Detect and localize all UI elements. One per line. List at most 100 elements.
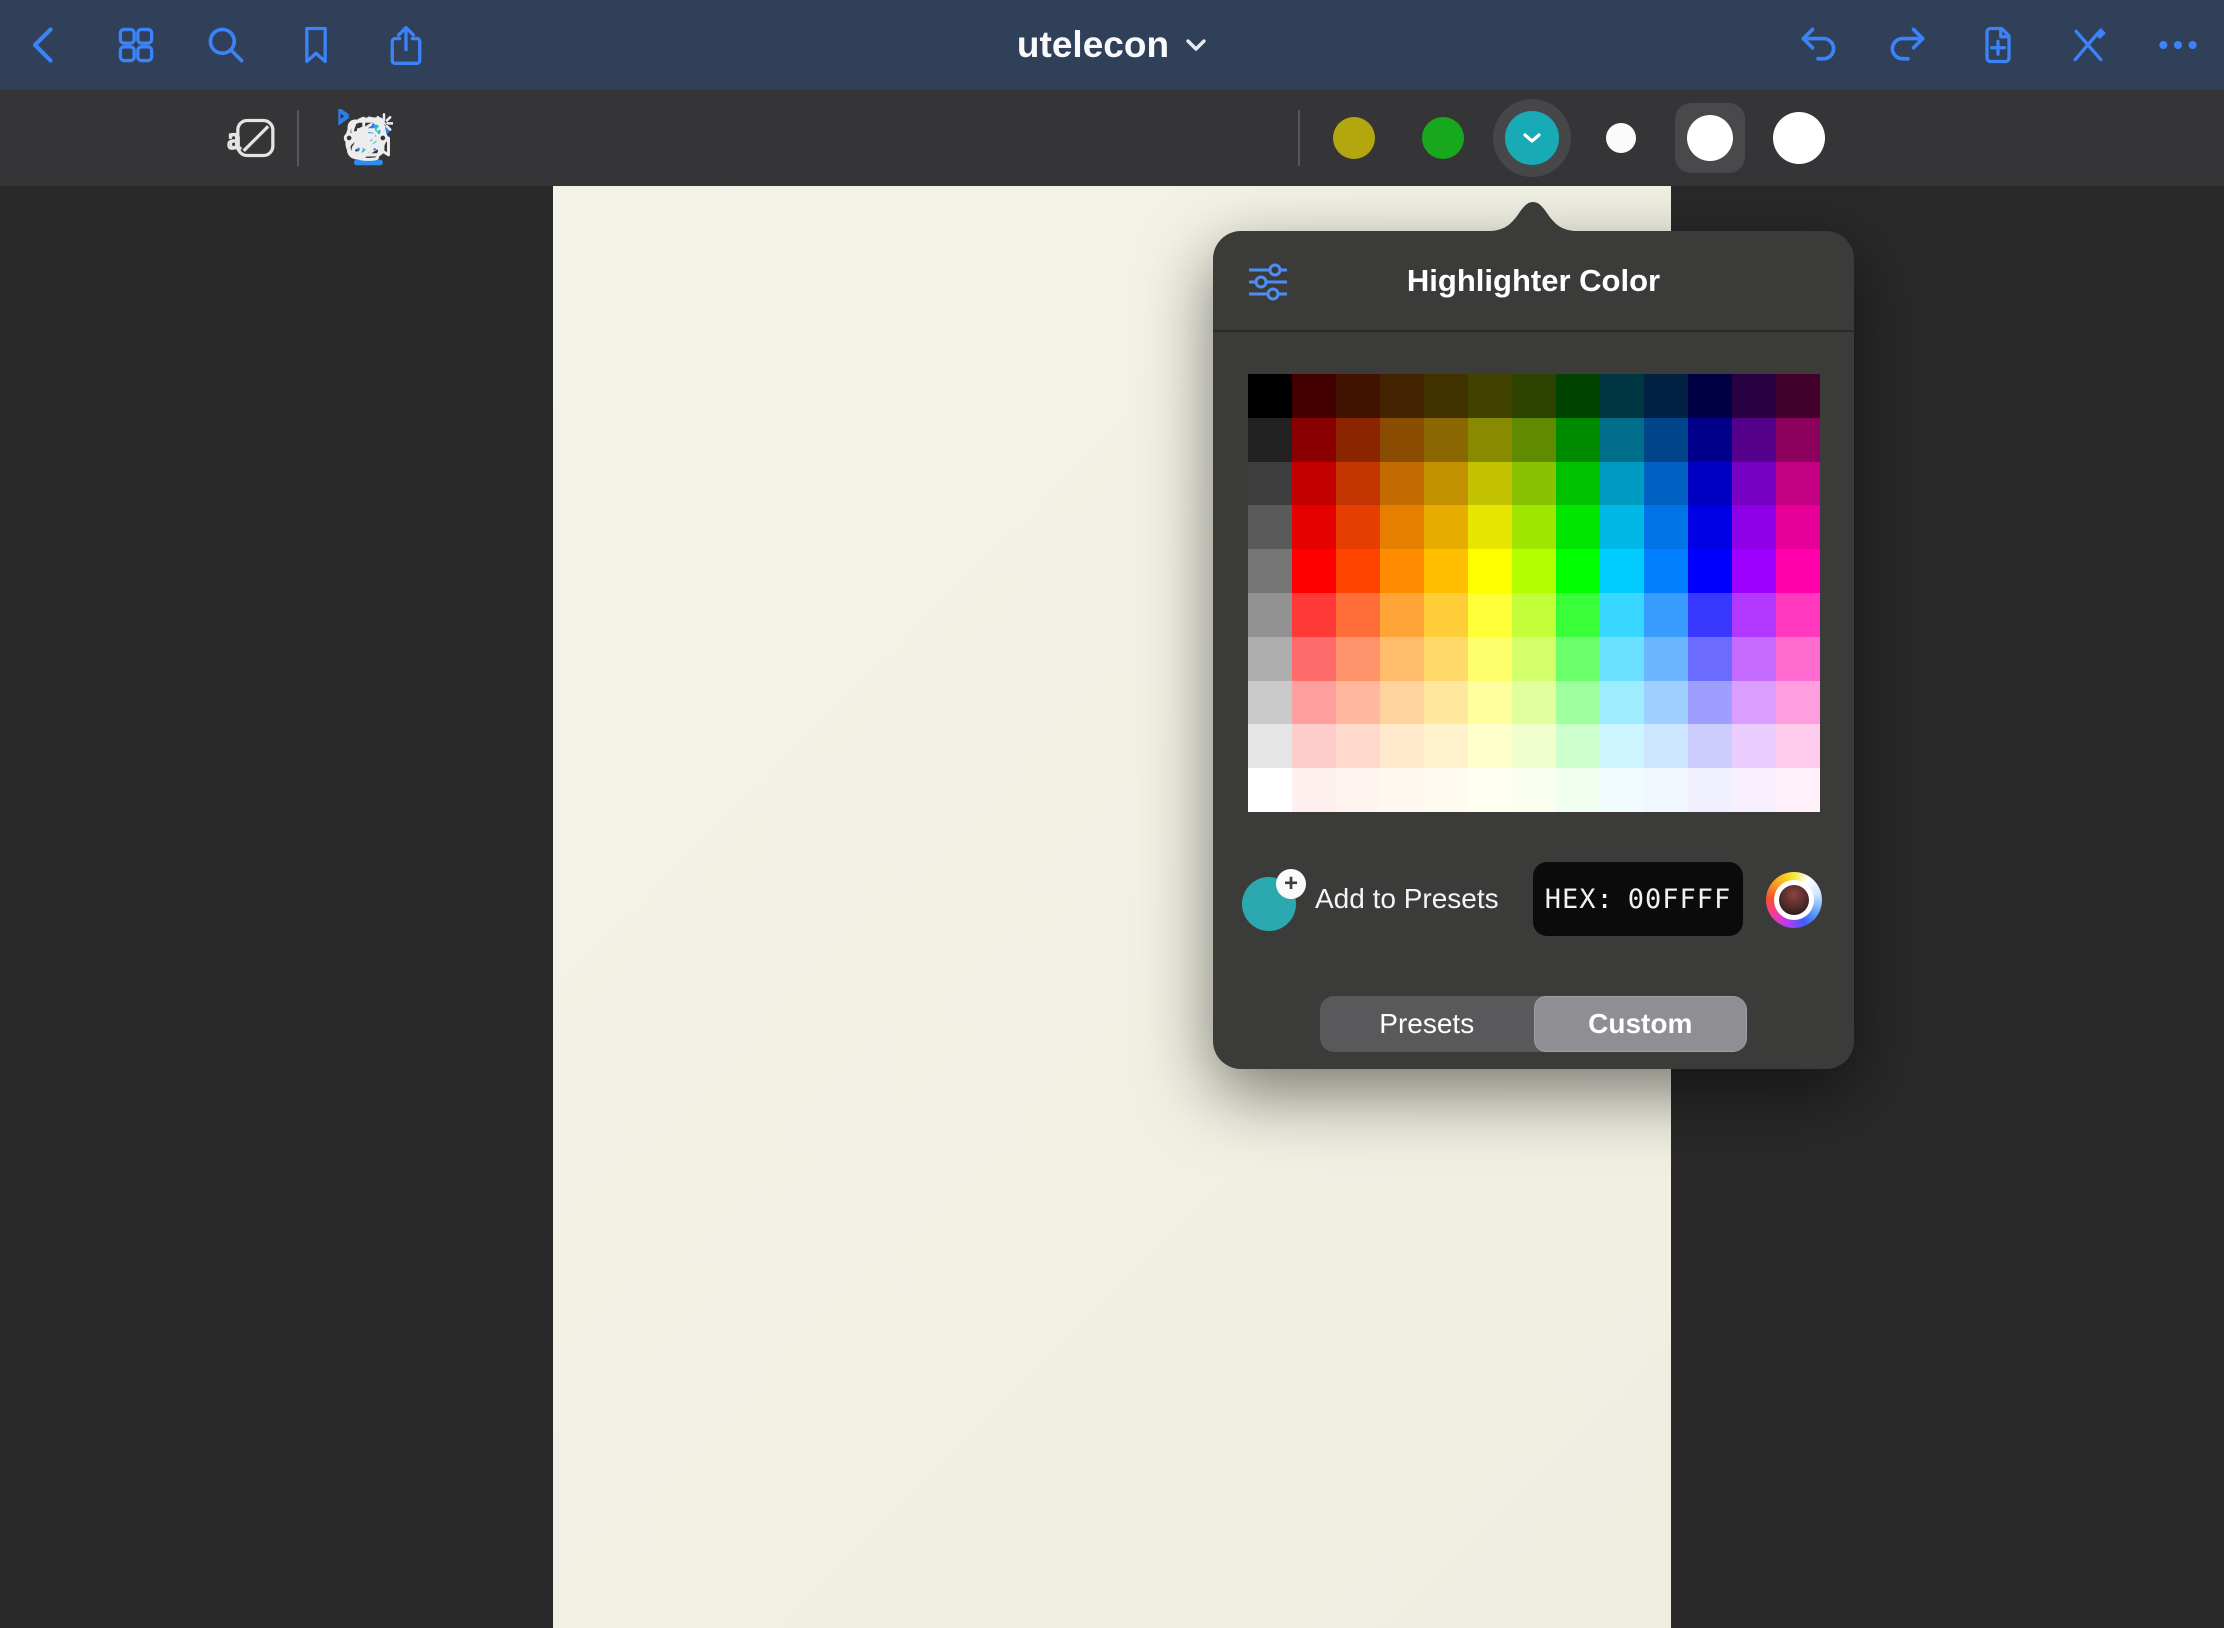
palette-cell[interactable] <box>1732 462 1776 506</box>
palette-cell[interactable] <box>1556 768 1600 812</box>
palette-cell[interactable] <box>1556 681 1600 725</box>
palette-cell[interactable] <box>1644 505 1688 549</box>
palette-cell[interactable] <box>1292 637 1336 681</box>
document-title[interactable]: utelecon <box>1017 24 1169 66</box>
palette-cell[interactable] <box>1644 374 1688 418</box>
palette-cell[interactable] <box>1512 681 1556 725</box>
palette-cell[interactable] <box>1248 374 1292 418</box>
palette-cell[interactable] <box>1732 374 1776 418</box>
palette-cell[interactable] <box>1688 724 1732 768</box>
palette-cell[interactable] <box>1556 374 1600 418</box>
palette-cell[interactable] <box>1512 462 1556 506</box>
palette-cell[interactable] <box>1248 593 1292 637</box>
palette-cell[interactable] <box>1336 549 1380 593</box>
add-page-button[interactable] <box>1976 21 2020 69</box>
palette-cell[interactable] <box>1292 505 1336 549</box>
bookmark-button[interactable] <box>294 21 338 69</box>
redo-button[interactable] <box>1886 21 1930 69</box>
palette-cell[interactable] <box>1336 374 1380 418</box>
palette-cell[interactable] <box>1512 637 1556 681</box>
palette-cell[interactable] <box>1248 681 1292 725</box>
palette-cell[interactable] <box>1380 418 1424 462</box>
palette-cell[interactable] <box>1424 462 1468 506</box>
palette-cell[interactable] <box>1292 462 1336 506</box>
palette-cell[interactable] <box>1776 462 1820 506</box>
palette-cell[interactable] <box>1468 768 1512 812</box>
color-wheel-button[interactable] <box>1766 872 1822 928</box>
palette-cell[interactable] <box>1380 637 1424 681</box>
palette-cell[interactable] <box>1292 418 1336 462</box>
palette-cell[interactable] <box>1688 505 1732 549</box>
palette-cell[interactable] <box>1336 768 1380 812</box>
palette-cell[interactable] <box>1424 549 1468 593</box>
tab-custom[interactable]: Custom <box>1534 996 1748 1052</box>
palette-cell[interactable] <box>1776 637 1820 681</box>
palette-cell[interactable] <box>1380 374 1424 418</box>
chevron-down-icon[interactable] <box>1185 38 1207 52</box>
palette-cell[interactable] <box>1644 549 1688 593</box>
palette-cell[interactable] <box>1424 768 1468 812</box>
palette-cell[interactable] <box>1512 418 1556 462</box>
palette-cell[interactable] <box>1292 768 1336 812</box>
palette-cell[interactable] <box>1248 637 1292 681</box>
palette-cell[interactable] <box>1600 505 1644 549</box>
palette-cell[interactable] <box>1468 724 1512 768</box>
palette-cell[interactable] <box>1732 593 1776 637</box>
tool-pan-mode[interactable]: a <box>198 90 308 186</box>
palette-cell[interactable] <box>1468 418 1512 462</box>
palette-cell[interactable] <box>1424 374 1468 418</box>
palette-cell[interactable] <box>1248 418 1292 462</box>
palette-cell[interactable] <box>1424 724 1468 768</box>
palette-cell[interactable] <box>1776 505 1820 549</box>
palette-cell[interactable] <box>1688 374 1732 418</box>
palette-cell[interactable] <box>1600 549 1644 593</box>
palette-cell[interactable] <box>1336 505 1380 549</box>
palette-cell[interactable] <box>1600 418 1644 462</box>
palette-cell[interactable] <box>1380 681 1424 725</box>
palette-cell[interactable] <box>1556 418 1600 462</box>
more-button[interactable] <box>2156 21 2200 69</box>
palette-cell[interactable] <box>1600 724 1644 768</box>
palette-cell[interactable] <box>1248 549 1292 593</box>
search-button[interactable] <box>204 21 248 69</box>
palette-cell[interactable] <box>1468 637 1512 681</box>
palette-cell[interactable] <box>1688 637 1732 681</box>
palette-cell[interactable] <box>1336 637 1380 681</box>
palette-cell[interactable] <box>1732 681 1776 725</box>
palette-cell[interactable] <box>1688 768 1732 812</box>
palette-cell[interactable] <box>1468 681 1512 725</box>
palette-cell[interactable] <box>1644 768 1688 812</box>
palette-cell[interactable] <box>1776 768 1820 812</box>
palette-cell[interactable] <box>1424 505 1468 549</box>
palette-cell[interactable] <box>1776 593 1820 637</box>
tool-laser-pointer[interactable] <box>311 90 421 186</box>
thickness-small[interactable] <box>1576 90 1665 186</box>
tab-presets[interactable]: Presets <box>1320 996 1534 1052</box>
palette-cell[interactable] <box>1512 505 1556 549</box>
thickness-large[interactable] <box>1754 90 1843 186</box>
palette-cell[interactable] <box>1468 462 1512 506</box>
canvas-area[interactable] <box>0 186 2224 1628</box>
color-swatch-green[interactable] <box>1398 90 1487 186</box>
pen-options-button[interactable] <box>1245 259 1291 305</box>
palette-cell[interactable] <box>1424 593 1468 637</box>
palette-cell[interactable] <box>1688 593 1732 637</box>
palette-cell[interactable] <box>1732 505 1776 549</box>
palette-cell[interactable] <box>1336 593 1380 637</box>
palette-cell[interactable] <box>1336 724 1380 768</box>
share-button[interactable] <box>384 21 428 69</box>
palette-cell[interactable] <box>1776 681 1820 725</box>
palette-cell[interactable] <box>1512 549 1556 593</box>
palette-cell[interactable] <box>1556 593 1600 637</box>
palette-cell[interactable] <box>1556 505 1600 549</box>
color-swatch-olive[interactable] <box>1309 90 1398 186</box>
palette-cell[interactable] <box>1688 549 1732 593</box>
palette-cell[interactable] <box>1424 637 1468 681</box>
palette-cell[interactable] <box>1556 637 1600 681</box>
palette-cell[interactable] <box>1556 549 1600 593</box>
palette-cell[interactable] <box>1512 593 1556 637</box>
palette-cell[interactable] <box>1732 418 1776 462</box>
palette-cell[interactable] <box>1688 418 1732 462</box>
palette-cell[interactable] <box>1512 768 1556 812</box>
palette-cell[interactable] <box>1732 549 1776 593</box>
